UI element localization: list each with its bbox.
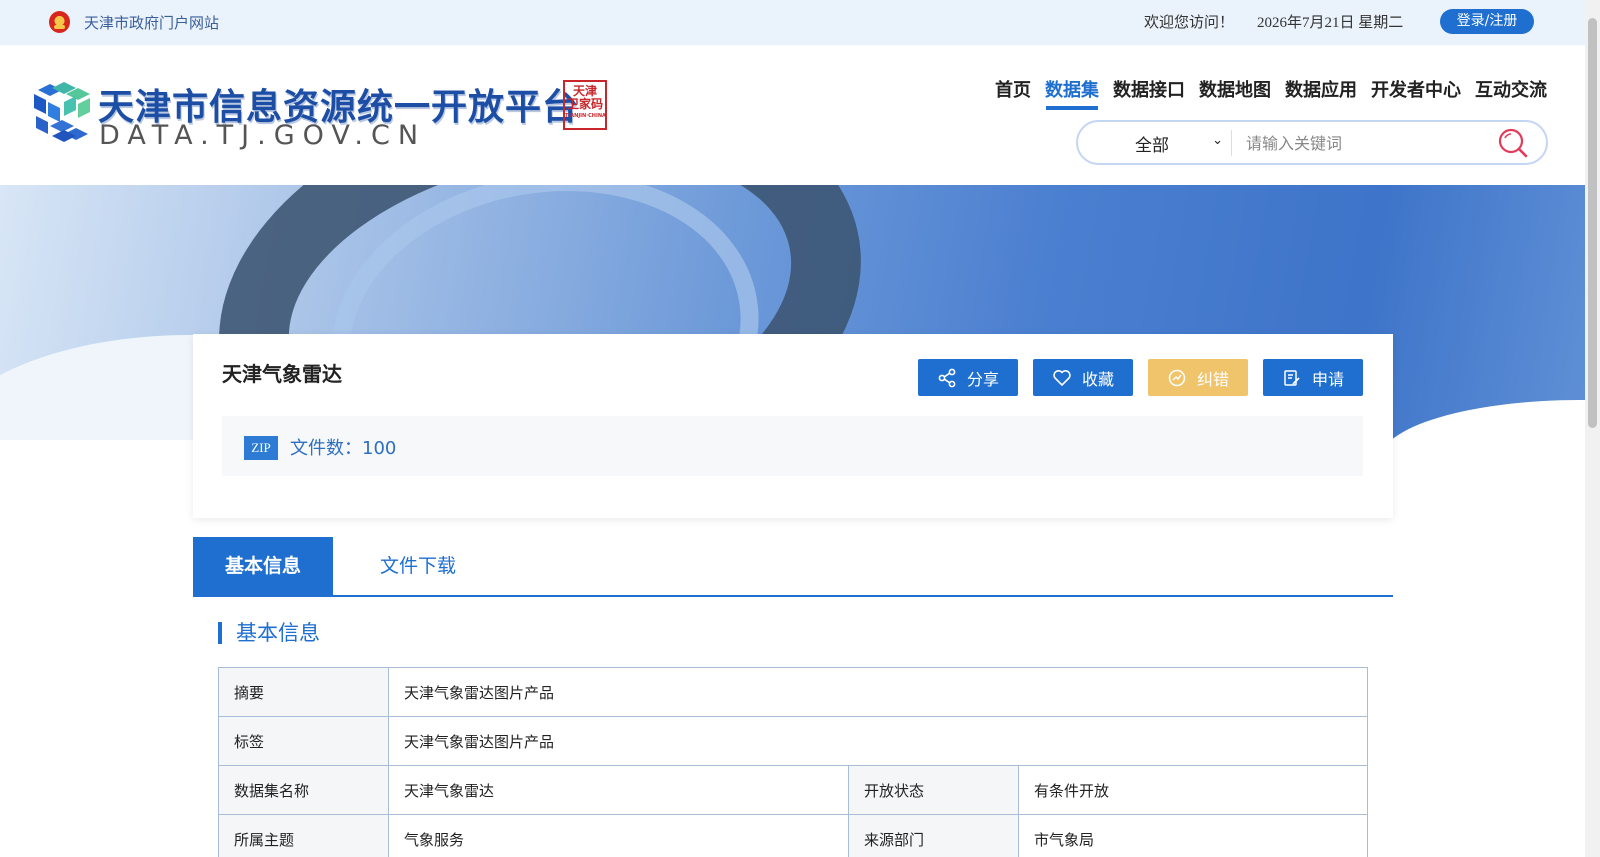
search-input[interactable] [1246, 128, 1476, 158]
favorite-button[interactable]: 收藏 [1033, 359, 1133, 396]
chevron-down-icon: ⌄ [1212, 133, 1223, 148]
share-label: 分享 [966, 369, 999, 389]
basic-info-section: 基本信息 摘要 天津气象雷达图片产品 标签 天津气象雷达图片产品 数据集名称 天… [193, 597, 1393, 857]
file-count: 文件数：100 [290, 438, 397, 459]
dataset-title: 天津气象雷达 [222, 362, 342, 386]
seal-text-2: 卫家码 [566, 97, 603, 111]
tags-value: 天津气象雷达图片产品 [388, 716, 1368, 766]
dataset-actions: 分享 收藏 纠错 申请 [918, 359, 1378, 396]
tab-basic-info[interactable]: 基本信息 [193, 537, 333, 595]
dataset-name-label: 数据集名称 [218, 765, 389, 815]
nav-data-map[interactable]: 数据地图 [1199, 80, 1271, 110]
source-dept-value: 市气象局 [1018, 814, 1368, 857]
apply-label: 申请 [1311, 369, 1344, 389]
table-row: 所属主题 气象服务 来源部门 市气象局 [218, 814, 1368, 857]
zip-badge: ZIP [244, 436, 278, 460]
edit-form-icon [1284, 369, 1300, 386]
gov-portal-link[interactable]: 天津市政府门户网站 [84, 12, 219, 33]
scrollbar-thumb[interactable] [1588, 18, 1597, 428]
correction-icon [1168, 369, 1186, 386]
table-row: 标签 天津气象雷达图片产品 [218, 716, 1368, 766]
report-error-button[interactable]: 纠错 [1148, 359, 1248, 396]
topic-label: 所属主题 [218, 814, 389, 857]
search-scope-value: 全部 [1135, 136, 1169, 156]
login-register-button[interactable]: 登录/注册 [1440, 9, 1534, 34]
summary-value: 天津气象雷达图片产品 [388, 667, 1368, 717]
dataset-name-value: 天津气象雷达 [388, 765, 849, 815]
open-status-value: 有条件开放 [1018, 765, 1368, 815]
dataset-header-card: 天津气象雷达 分享 收藏 纠错 申请 ZIP 文件数：100 [193, 334, 1393, 518]
search-scope-select[interactable]: 全部 ⌄ [1123, 130, 1227, 156]
top-bar: 天津市政府门户网站 欢迎您访问！ 2026年7月21日 星期二 登录/注册 [0, 0, 1585, 45]
table-row: 摘要 天津气象雷达图片产品 [218, 667, 1368, 717]
main-nav: 首页 数据集 数据接口 数据地图 数据应用 开发者中心 互动交流 [995, 80, 1561, 110]
tianjin-seal: 天津 卫家码 TIANJIN·CHINA [563, 80, 607, 130]
national-emblem-icon [49, 11, 70, 33]
welcome-text: 欢迎您访问！ [1144, 13, 1235, 31]
open-status-label: 开放状态 [848, 765, 1019, 815]
search-bar: 全部 ⌄ [1076, 120, 1548, 165]
section-title: 基本信息 [218, 622, 320, 644]
share-button[interactable]: 分享 [918, 359, 1018, 396]
heart-icon [1053, 369, 1071, 386]
page-scrollbar[interactable] [1585, 0, 1600, 857]
cube-logo-icon [34, 82, 90, 142]
tab-file-download[interactable]: 文件下载 [363, 537, 473, 595]
nav-interaction[interactable]: 互动交流 [1475, 80, 1547, 110]
favorite-label: 收藏 [1081, 369, 1114, 389]
file-summary-panel: ZIP 文件数：100 [222, 416, 1363, 476]
summary-label: 摘要 [218, 667, 389, 717]
share-icon [938, 368, 956, 387]
source-dept-label: 来源部门 [848, 814, 1019, 857]
tags-label: 标签 [218, 716, 389, 766]
banner-cloud-right [1380, 400, 1585, 440]
detail-tabs: 基本信息 文件下载 [193, 537, 1393, 597]
topic-value: 气象服务 [388, 814, 849, 857]
nav-datasets[interactable]: 数据集 [1045, 80, 1099, 110]
nav-developer-center[interactable]: 开发者中心 [1371, 80, 1461, 110]
logo-domain: DATA.TJ.GOV.CN [99, 120, 427, 151]
table-row: 数据集名称 天津气象雷达 开放状态 有条件开放 [218, 765, 1368, 815]
nav-data-apps[interactable]: 数据应用 [1285, 80, 1357, 110]
search-divider [1231, 130, 1232, 156]
nav-data-api[interactable]: 数据接口 [1113, 80, 1185, 110]
current-date: 2026年7月21日 星期二 [1257, 15, 1404, 31]
apply-button[interactable]: 申请 [1263, 359, 1363, 396]
seal-text: 天津 [572, 84, 597, 98]
seal-caption: TIANJIN·CHINA [565, 113, 606, 119]
search-icon[interactable] [1496, 126, 1530, 160]
nav-home[interactable]: 首页 [995, 80, 1031, 110]
basic-info-table: 摘要 天津气象雷达图片产品 标签 天津气象雷达图片产品 数据集名称 天津气象雷达… [218, 667, 1368, 857]
report-error-label: 纠错 [1196, 369, 1229, 389]
